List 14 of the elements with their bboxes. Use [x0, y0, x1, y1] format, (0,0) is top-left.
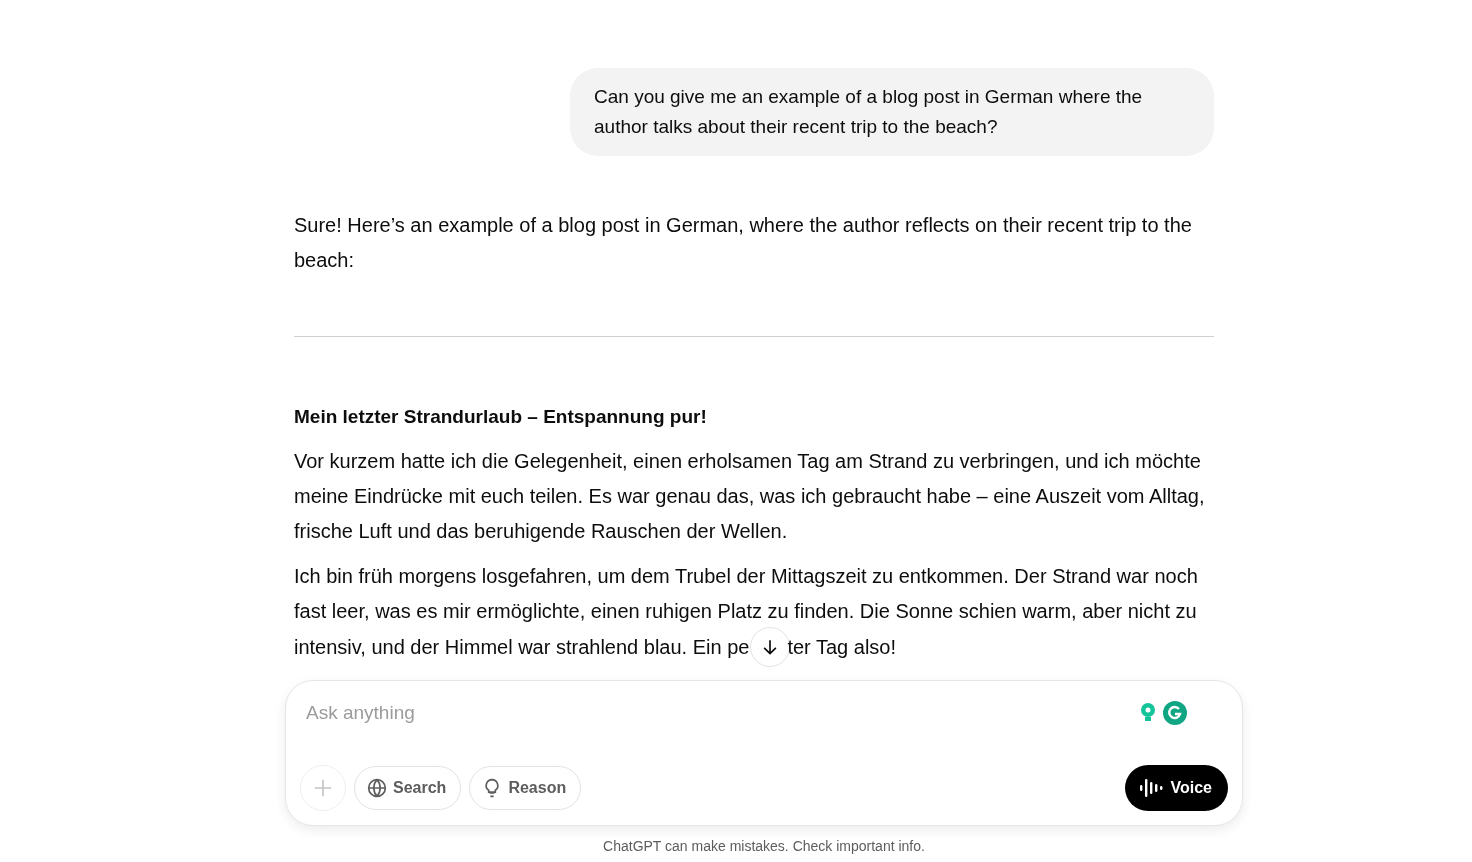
search-button[interactable]: Search — [354, 766, 462, 810]
reason-button[interactable]: Reason — [469, 766, 582, 810]
grammar-extension-icon[interactable] — [1162, 700, 1188, 726]
voice-button[interactable]: Voice — [1124, 765, 1228, 811]
sound-wave-icon — [1138, 777, 1163, 799]
disclaimer-text: ChatGPT can make mistakes. Check important info. — [602, 838, 926, 854]
response-paragraph: Sure! Here’s an example of a blog post in German, where the author reflects on their recent trip to the beach: — [294, 213, 1193, 273]
user-message: Can you give me an example of a blog post in German where the author talks about their recent trip to the beach? — [570, 68, 1214, 156]
plus-icon — [312, 777, 334, 799]
response-text: intensiv, und der Himmel war strahlend blau. Ein pe — [294, 634, 750, 659]
response-text: ter Tag also! — [787, 634, 896, 659]
response-paragraph: Vor kurzem hatte ich die Gelegenheit, einen erholsamen Tag am Strand zu verbringen, und ich möchte meine Eindrücke mit euch teilen. Es war genau das, was ich gebraucht habe – eine Auszeit vom Alltag, frische Luft und das beruhigende Rauschen der Wellen. — [294, 449, 1206, 544]
post-heading: Mein letzter Strandurlaub – Entspannung pur! — [294, 405, 708, 429]
globe-icon — [367, 778, 387, 798]
